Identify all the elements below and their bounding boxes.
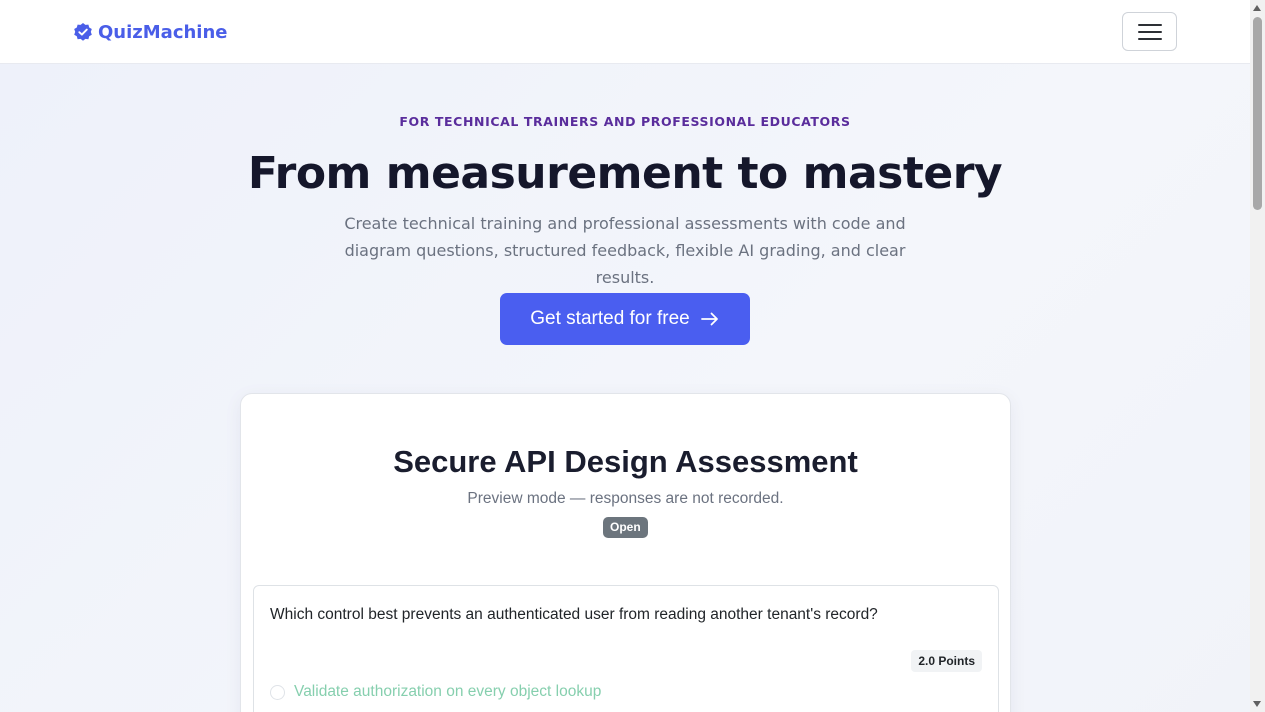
hero-headline: From measurement to mastery: [247, 148, 1003, 199]
arrow-right-icon: [700, 312, 718, 326]
answer-option-label: Validate authorization on every object l…: [294, 683, 602, 700]
assessment-title: Secure API Design Assessment: [393, 444, 858, 479]
nav-menu-toggle-button[interactable]: [1122, 12, 1177, 51]
hero-kicker: FOR TECHNICAL TRAINERS AND PROFESSIONAL …: [399, 114, 851, 129]
navbar: QuizMachine: [0, 0, 1250, 64]
answer-option[interactable]: Validate authorization on every object l…: [270, 681, 601, 703]
hamburger-menu-icon: [1137, 23, 1162, 40]
answer-radio[interactable]: [270, 684, 285, 700]
brand-name: QuizMachine: [98, 21, 228, 43]
scroll-up-arrow-icon[interactable]: [1253, 5, 1261, 11]
question-text: Which control best prevents an authentic…: [270, 606, 878, 623]
get-started-button[interactable]: Get started for free: [500, 293, 750, 345]
page-scrollbar[interactable]: [1250, 0, 1265, 712]
hero-subtext: Create technical training and profession…: [344, 214, 906, 287]
preview-mode-note: Preview mode — responses are not recorde…: [467, 490, 784, 507]
assessment-preview-card: Secure API Design Assessment Preview mod…: [240, 393, 1011, 712]
question-card: Which control best prevents an authentic…: [253, 585, 999, 712]
verified-badge-icon: [74, 23, 92, 41]
points-badge: 2.0 Points: [911, 650, 982, 672]
status-badge: Open: [603, 517, 648, 538]
get-started-label: Get started for free: [530, 308, 690, 329]
scroll-down-arrow-icon[interactable]: [1253, 701, 1261, 707]
brand-logo[interactable]: QuizMachine: [73, 20, 228, 44]
scrollbar-thumb[interactable]: [1253, 17, 1262, 210]
